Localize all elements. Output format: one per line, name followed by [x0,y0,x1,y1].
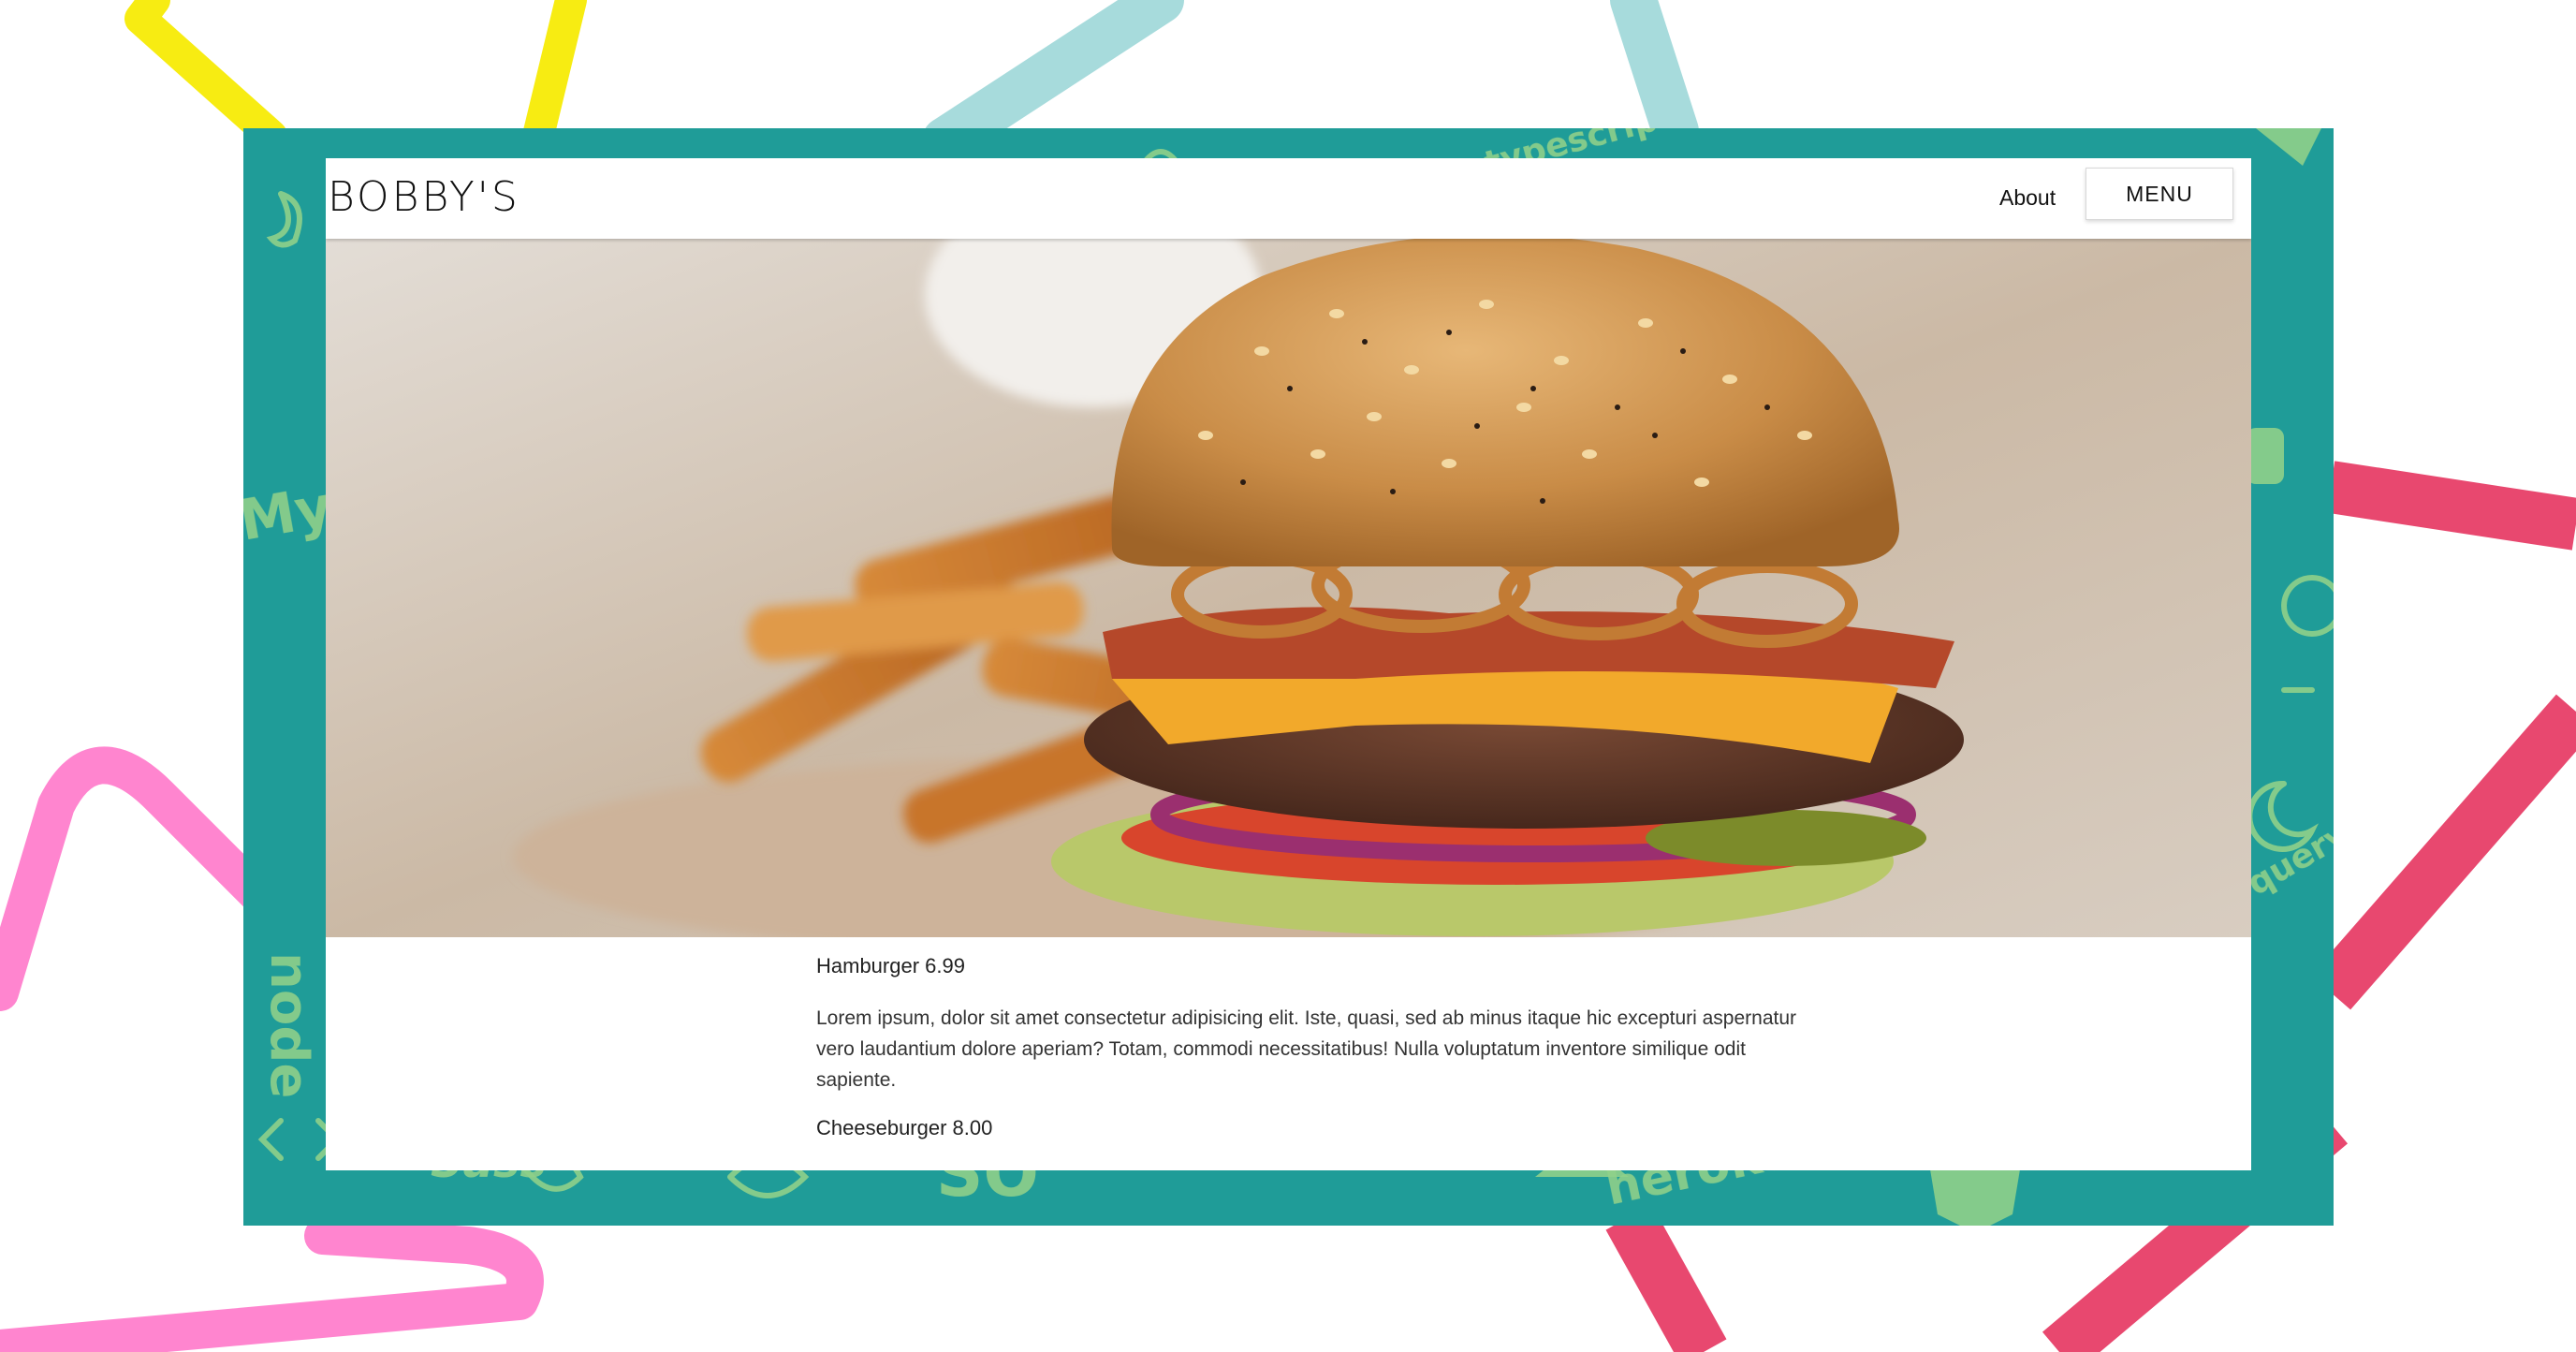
brand-logo[interactable]: BOBBY'S [328,169,520,226]
node-logo-text: node [258,952,319,1098]
menu-item-title: Cheeseburger 8.00 [816,1116,993,1139]
lightbulb-icon [2281,575,2334,693]
hero-image [326,239,2251,937]
swift-logo-icon [266,191,302,248]
website-window: BOBBY'S About MENU Hamburger 6.99 Lorem … [326,158,2251,1170]
light-teal-stroke [922,0,1699,164]
burger-illustration [326,239,2251,937]
logo-shape-icon [2256,128,2321,166]
yellow-stroke [124,0,587,152]
menu-item-title: Hamburger 6.99 [816,954,965,977]
presentation-canvas: My node heroku typescript query Sass SO … [0,0,2576,1352]
menu-content: Hamburger 6.99 Lorem ipsum, dolor sit am… [816,952,1827,1165]
menu-item-description: Lorem ipsum, dolor sit amet consectetur … [816,1007,1797,1091]
nav-menu-button[interactable]: MENU [2086,168,2233,220]
badge-icon [2247,428,2284,484]
my-logo-text: My [243,474,337,554]
top-navbar: BOBBY'S About MENU [326,158,2251,239]
presentation-frame: My node heroku typescript query Sass SO … [243,128,2334,1226]
nav-about-link[interactable]: About [1999,179,2056,216]
